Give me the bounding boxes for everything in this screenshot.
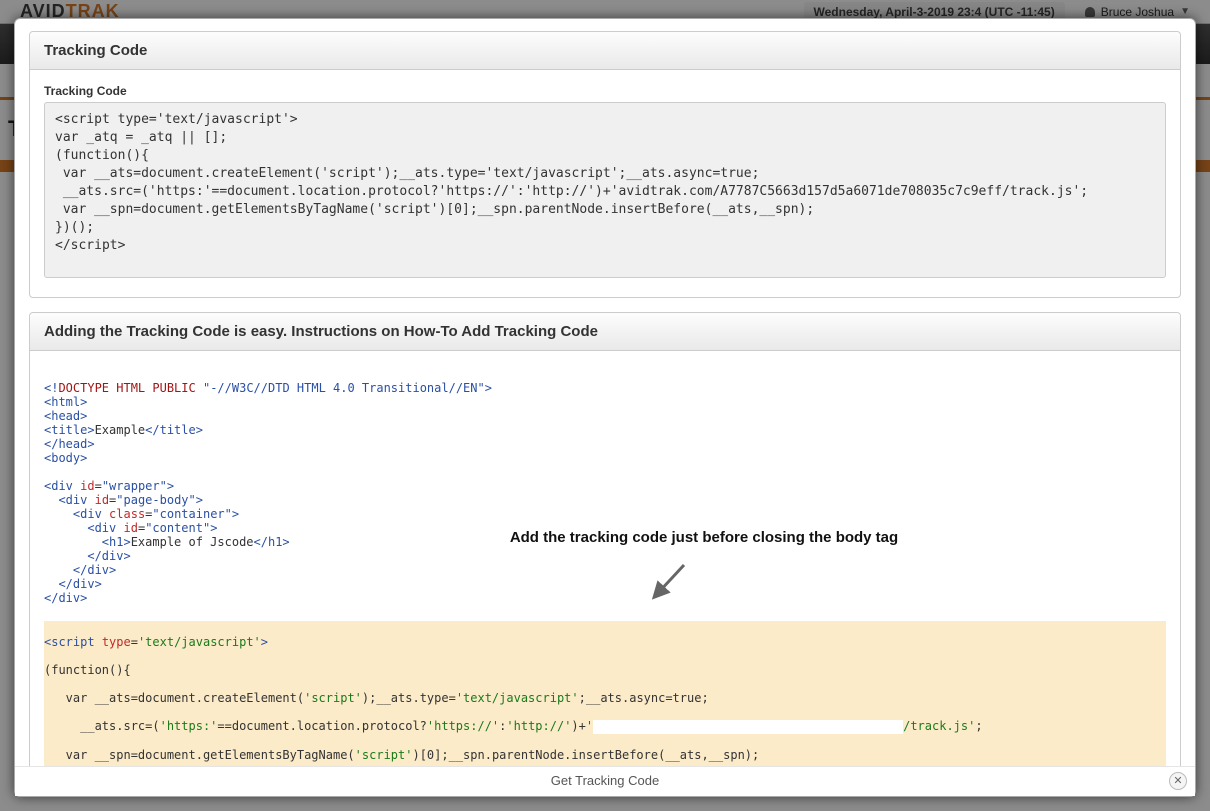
example-h1: Example of Jscode [131, 535, 254, 549]
track-suffix: /track.js [903, 719, 968, 733]
modal-footer: Get Tracking Code ✕ [15, 766, 1195, 796]
instructions-panel-header: Adding the Tracking Code is easy. Instru… [30, 313, 1180, 351]
example-title: Example [95, 423, 146, 437]
instructions-panel: Adding the Tracking Code is easy. Instru… [29, 312, 1181, 766]
tracking-code-panel: Tracking Code Tracking Code [29, 31, 1181, 298]
tracking-code-modal: Tracking Code Tracking Code Adding the T… [14, 18, 1196, 797]
tracking-code-label: Tracking Code [44, 84, 1166, 98]
arrow-icon [650, 561, 690, 601]
tracking-code-textarea[interactable] [44, 102, 1166, 278]
get-tracking-code-link[interactable]: Get Tracking Code [551, 773, 659, 788]
annotation-text: Add the tracking code just before closin… [474, 531, 934, 545]
highlighted-script-block: <script type='text/javascript'> (functio… [44, 621, 1166, 766]
tracking-code-panel-header: Tracking Code [30, 32, 1180, 70]
close-icon[interactable]: ✕ [1169, 772, 1187, 790]
code-example: <!DOCTYPE HTML PUBLIC "-//W3C//DTD HTML … [44, 365, 1166, 766]
modal-scroll-area[interactable]: Tracking Code Tracking Code Adding the T… [15, 19, 1195, 766]
